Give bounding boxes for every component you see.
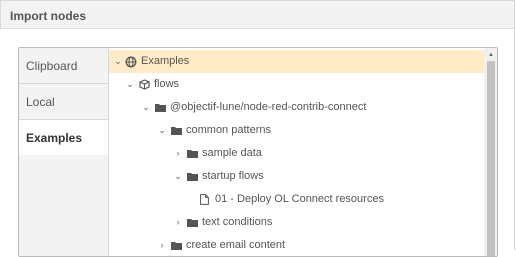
tree-item-create-email-content[interactable]: › create email content xyxy=(109,234,484,256)
tab-list: Clipboard Local Examples xyxy=(19,48,109,256)
chevron-right-icon[interactable]: › xyxy=(173,142,183,165)
tree-item-label: Examples xyxy=(141,55,190,67)
tree-item-startup-flows[interactable]: ⌄ startup flows xyxy=(109,165,484,188)
tree-item-flows[interactable]: ⌄ flows xyxy=(109,73,484,96)
tree-scrollbar[interactable]: ▲ xyxy=(484,48,497,256)
scrollbar-thumb[interactable] xyxy=(487,61,495,256)
folder-icon xyxy=(187,165,198,188)
folder-icon xyxy=(187,211,198,234)
chevron-down-icon[interactable]: ⌄ xyxy=(113,50,123,73)
tree-item-deploy-resources[interactable]: 01 - Deploy OL Connect resources xyxy=(109,188,484,211)
tab-examples[interactable]: Examples xyxy=(19,119,109,155)
tree-item-label: flows xyxy=(154,78,180,90)
cube-icon xyxy=(139,73,150,96)
tree-item-label: @objectif-lune/node-red-contrib-connect xyxy=(170,101,367,113)
dialog-border xyxy=(514,28,515,250)
chevron-right-icon[interactable]: › xyxy=(157,234,167,256)
import-panel: Clipboard Local Examples ⌄ Examples ⌄ fl… xyxy=(18,47,498,257)
folder-icon xyxy=(171,234,182,256)
tab-local[interactable]: Local xyxy=(19,84,108,120)
tree-item-label: startup flows xyxy=(202,170,264,182)
chevron-right-icon[interactable]: › xyxy=(173,211,183,234)
scroll-up-arrow-icon[interactable]: ▲ xyxy=(484,50,497,60)
tree-item-label: common patterns xyxy=(186,124,271,136)
tree-item-label: 01 - Deploy OL Connect resources xyxy=(215,193,384,205)
folder-icon xyxy=(171,119,182,142)
tree-item-examples[interactable]: ⌄ Examples xyxy=(109,50,484,73)
chevron-down-icon[interactable]: ⌄ xyxy=(157,119,167,142)
dialog-title: Import nodes xyxy=(10,9,87,23)
tree-item-text-conditions[interactable]: › text conditions xyxy=(109,211,484,234)
tree-item-package[interactable]: ⌄ @objectif-lune/node-red-contrib-connec… xyxy=(109,96,484,119)
chevron-down-icon[interactable]: ⌄ xyxy=(141,96,151,119)
tree-item-label: sample data xyxy=(202,147,262,159)
chevron-down-icon[interactable]: ⌄ xyxy=(173,165,183,188)
dialog-header: Import nodes xyxy=(0,0,515,29)
chevron-down-icon[interactable]: ⌄ xyxy=(125,73,135,96)
examples-tree: ⌄ Examples ⌄ flows ⌄ @objectif-lune/node… xyxy=(108,48,484,256)
tree-item-label: create email content xyxy=(186,239,286,251)
folder-icon xyxy=(155,96,166,119)
tree-item-label: text conditions xyxy=(202,216,273,228)
folder-icon xyxy=(187,142,198,165)
globe-icon xyxy=(125,50,137,73)
tree-item-sample-data[interactable]: › sample data xyxy=(109,142,484,165)
file-icon xyxy=(200,188,209,211)
tree-item-common-patterns[interactable]: ⌄ common patterns xyxy=(109,119,484,142)
tab-clipboard[interactable]: Clipboard xyxy=(19,48,108,84)
